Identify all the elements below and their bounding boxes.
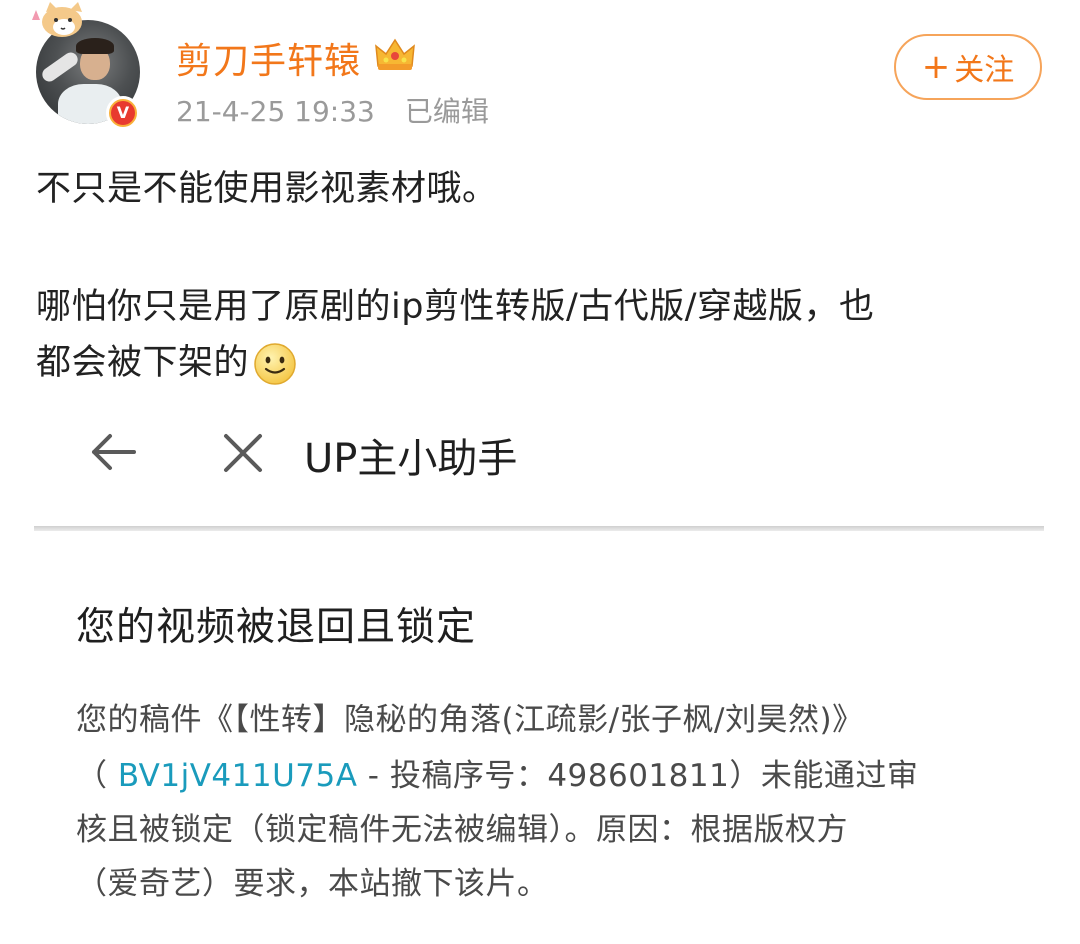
notice-body-line-1: 您的稿件《【性转】隐秘的角落(江疏影/张子枫/刘昊然)》 — [76, 702, 864, 738]
verified-badge-icon: V — [106, 96, 140, 130]
follow-plus: + — [921, 47, 951, 87]
post-text-line-3: 都会被下架的 — [36, 334, 297, 386]
avatar-arm — [39, 49, 81, 85]
bv-id-link[interactable]: BV1jV411U75A — [118, 758, 358, 794]
cat-sticker-icon — [32, 2, 82, 37]
divider — [34, 526, 1044, 531]
post-text-line-2: 哪怕你只是用了原剧的ip剪性转版/古代版/穿越版，也 — [36, 287, 875, 327]
notice-body-line-4: （爱奇艺）要求，本站撤下该片。 — [76, 866, 549, 902]
edited-label: 已编辑 — [404, 95, 489, 128]
notice-body-line-2: （ BV1jV411U75A - 投稿序号：498601811）未能通过审 — [76, 750, 918, 795]
post-text-line-1: 不只是不能使用影视素材哦。 — [36, 169, 498, 209]
follow-button[interactable]: + 关注 — [894, 34, 1042, 100]
back-arrow-icon[interactable] — [88, 430, 138, 474]
post-meta: 21-4-25 19:33 已编辑 — [176, 90, 489, 130]
smile-emoji-icon — [254, 343, 296, 385]
notice-body-line-2-rest: - 投稿序号：498601811）未能通过审 — [357, 758, 919, 794]
post-text-line-3-text: 都会被下架的 — [36, 343, 250, 383]
follow-label: 关注 — [954, 53, 1015, 88]
nav-title: UP主小助手 — [304, 436, 518, 482]
close-icon[interactable] — [220, 430, 266, 476]
notice-title: 您的视频被退回且锁定 — [76, 605, 477, 650]
notice-paren-open: （ — [76, 758, 118, 794]
crown-icon — [375, 38, 415, 70]
post-timestamp: 21-4-25 19:33 — [176, 95, 375, 128]
username[interactable]: 剪刀手轩辕 — [176, 32, 361, 84]
avatar-hair — [76, 38, 114, 54]
notice-body-line-3: 核且被锁定（锁定稿件无法被编辑）。原因：根据版权方 — [76, 812, 848, 848]
